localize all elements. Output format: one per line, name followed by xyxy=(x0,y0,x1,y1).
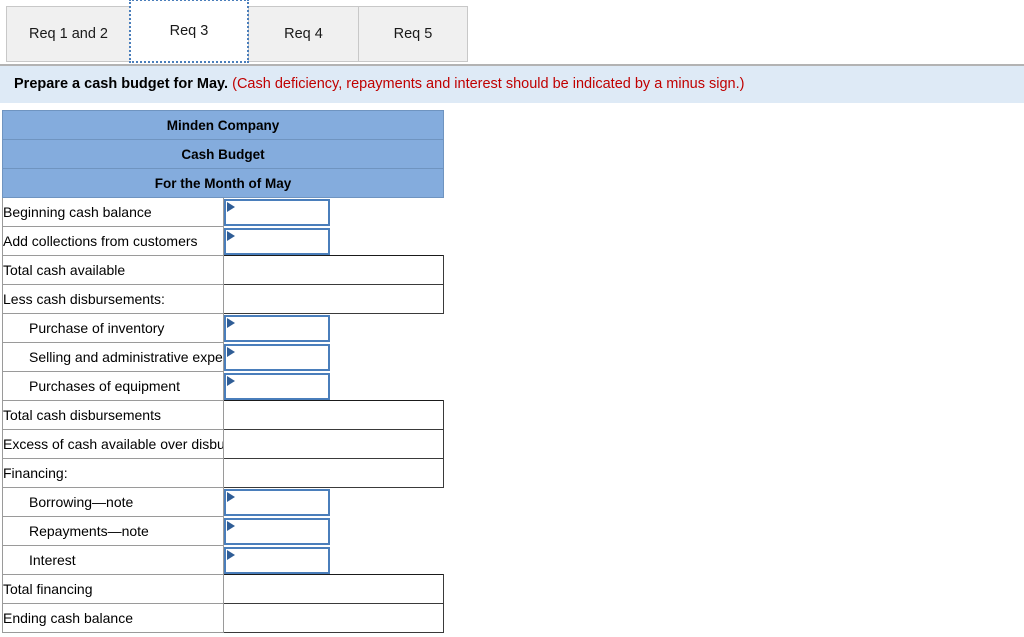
row-amount-computed-cell xyxy=(222,400,444,431)
table-header-company-row: Minden Company xyxy=(2,110,444,141)
row-label: Interest xyxy=(2,545,224,576)
tab-req-5[interactable]: Req 5 xyxy=(358,6,468,62)
amount-input-wrapper[interactable] xyxy=(223,227,330,255)
row-label: Total financing xyxy=(2,574,224,605)
row-amount-input-cell[interactable] xyxy=(223,545,444,575)
table-row: Interest xyxy=(2,545,444,576)
row-label: Selling and administrative expenses xyxy=(2,342,224,373)
row-amount-computed-cell xyxy=(222,458,444,489)
row-amount-computed-cell xyxy=(222,603,444,634)
amount-input[interactable] xyxy=(225,345,328,369)
amount-input-wrapper[interactable] xyxy=(223,546,330,574)
amount-input-wrapper[interactable] xyxy=(223,315,330,343)
table-header-period: For the Month of May xyxy=(2,168,444,199)
table-row: Repayments—note xyxy=(2,516,444,547)
tab-list: Req 1 and 2 Req 3 Req 4 Req 5 xyxy=(6,0,1024,63)
row-label: Financing: xyxy=(2,458,224,489)
row-label: Less cash disbursements: xyxy=(2,284,224,315)
table-row: Beginning cash balance xyxy=(2,197,444,228)
table-row: Less cash disbursements: xyxy=(2,284,444,315)
amount-input-wrapper[interactable] xyxy=(223,343,330,371)
row-label: Total cash available xyxy=(2,255,224,286)
table-row: Purchases of equipment xyxy=(2,371,444,402)
row-amount-computed-cell xyxy=(222,255,444,286)
row-amount-input-cell[interactable] xyxy=(223,371,444,401)
tab-req-1-and-2[interactable]: Req 1 and 2 xyxy=(6,6,130,62)
table-row: Total cash disbursements xyxy=(2,400,444,431)
amount-input[interactable] xyxy=(225,201,328,225)
tab-req-3[interactable]: Req 3 xyxy=(129,0,249,63)
amount-input[interactable] xyxy=(225,229,328,253)
table-header-company: Minden Company xyxy=(2,110,444,141)
row-label: Total cash disbursements xyxy=(2,400,224,431)
table-row: Ending cash balance xyxy=(2,603,444,634)
row-label: Excess of cash available over disburseme… xyxy=(2,429,224,460)
table-row: Purchase of inventory xyxy=(2,313,444,344)
tab-label: Req 4 xyxy=(284,26,323,42)
amount-input[interactable] xyxy=(225,317,328,341)
instruction-lead-text: Prepare a cash budget for May. xyxy=(14,76,229,92)
row-amount-computed-cell xyxy=(222,284,444,315)
tab-label: Req 5 xyxy=(393,26,433,42)
row-label: Repayments—note xyxy=(2,516,224,547)
table-header-period-row: For the Month of May xyxy=(2,168,444,199)
table-row: Add collections from customers xyxy=(2,226,444,257)
tab-strip-divider xyxy=(0,64,1024,66)
row-label: Add collections from customers xyxy=(2,226,224,257)
row-label: Borrowing—note xyxy=(2,487,224,518)
row-amount-computed-cell xyxy=(222,574,444,605)
cash-budget-table: Minden Company Cash Budget For the Month… xyxy=(2,110,444,634)
row-label: Beginning cash balance xyxy=(2,197,224,228)
amount-input-wrapper[interactable] xyxy=(223,372,330,400)
tab-label: Req 1 and 2 xyxy=(28,26,108,42)
row-label: Ending cash balance xyxy=(2,603,224,634)
row-amount-input-cell[interactable] xyxy=(223,342,444,372)
table-row: Selling and administrative expenses xyxy=(2,342,444,373)
amount-input[interactable] xyxy=(225,519,328,543)
amount-input-wrapper[interactable] xyxy=(223,199,330,227)
tab-req-4[interactable]: Req 4 xyxy=(248,6,358,62)
row-label: Purchase of inventory xyxy=(2,313,224,344)
instruction-note-text: (Cash deficiency, repayments and interes… xyxy=(232,76,745,92)
amount-input[interactable] xyxy=(225,548,328,572)
table-row: Excess of cash available over disburseme… xyxy=(2,429,444,460)
amount-input-wrapper[interactable] xyxy=(223,489,330,517)
tab-strip: Req 1 and 2 Req 3 Req 4 Req 5 xyxy=(0,0,1024,66)
row-amount-input-cell[interactable] xyxy=(223,226,444,256)
row-amount-input-cell[interactable] xyxy=(223,516,444,546)
row-label: Purchases of equipment xyxy=(2,371,224,402)
amount-input[interactable] xyxy=(225,374,328,398)
row-amount-input-cell[interactable] xyxy=(223,313,444,343)
cash-budget-table-container: Minden Company Cash Budget For the Month… xyxy=(0,104,1024,634)
table-row: Total cash available xyxy=(2,255,444,286)
table-header-statement-row: Cash Budget xyxy=(2,139,444,170)
row-amount-computed-cell xyxy=(222,429,444,460)
instruction-banner: Prepare a cash budget for May. (Cash def… xyxy=(0,66,1024,105)
table-row: Borrowing—note xyxy=(2,487,444,518)
table-row: Financing: xyxy=(2,458,444,489)
table-header-statement: Cash Budget xyxy=(2,139,444,170)
amount-input-wrapper[interactable] xyxy=(223,517,330,545)
tab-label: Req 3 xyxy=(169,23,209,39)
table-row: Total financing xyxy=(2,574,444,605)
amount-input[interactable] xyxy=(225,491,328,515)
row-amount-input-cell[interactable] xyxy=(223,487,444,517)
row-amount-input-cell[interactable] xyxy=(223,197,444,227)
